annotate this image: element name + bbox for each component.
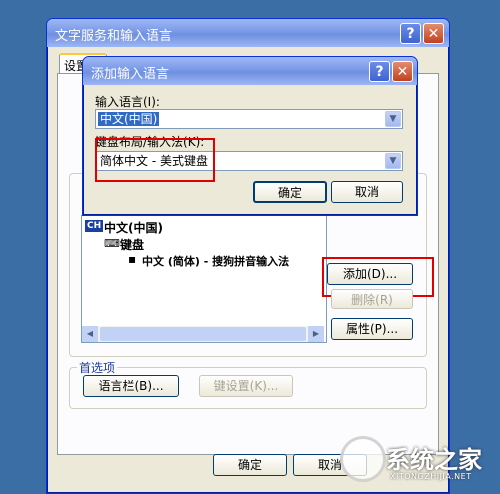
language-bar-button[interactable]: 语言栏(B)... (83, 375, 179, 397)
scroll-thumb[interactable] (100, 327, 306, 341)
tree-keyboard-group[interactable]: 键盘 (120, 236, 144, 253)
main-title-bar[interactable]: 文字服务和输入语言 ? ✕ (47, 19, 449, 47)
chevron-down-icon[interactable]: ▼ (385, 111, 401, 127)
input-language-select[interactable]: 中文(中国) ▼ (95, 109, 403, 129)
dialog-title: 添加输入语言 (91, 67, 170, 82)
main-ok-button[interactable]: 确定 (213, 454, 287, 476)
keyboard-layout-chevron-icon[interactable]: ▼ (385, 153, 401, 169)
tree-ime-item[interactable]: 中文 (简体) - 搜狗拼音输入法 (142, 253, 289, 269)
remove-button: 删除(R) (331, 289, 413, 309)
close-icon[interactable]: ✕ (423, 23, 444, 44)
dialog-cancel-button[interactable]: 取消 (331, 181, 403, 203)
scroll-right-icon[interactable]: ▶ (308, 326, 324, 342)
main-window-title: 文字服务和输入语言 (55, 29, 173, 44)
dialog-ok-button[interactable]: 确定 (253, 181, 327, 203)
horizontal-scrollbar[interactable]: ◀ ▶ (82, 326, 324, 342)
help-icon[interactable]: ? (400, 23, 421, 44)
dialog-help-icon[interactable]: ? (369, 61, 390, 82)
installed-services-tree[interactable]: CH 中文(中国) ⌨ 键盘 ▪ 中文 (简体) - 搜狗拼音输入法 ◀ ▶ (81, 215, 327, 343)
language-badge: CH (85, 220, 104, 232)
input-language-value: 中文(中国) (98, 112, 160, 126)
bullet-icon: ▪ (128, 252, 137, 266)
keyboard-icon: ⌨ (104, 237, 120, 250)
input-language-label: 输入语言(I): (95, 95, 160, 109)
watermark: 系统之家 XITONGZHIJIA.NET (338, 428, 498, 490)
watermark-logo-icon (340, 436, 386, 482)
key-settings-button: 键设置(K)... (199, 375, 293, 397)
scroll-left-icon[interactable]: ◀ (82, 326, 98, 342)
properties-button[interactable]: 属性(P)... (331, 318, 413, 340)
keyboard-layout-highlight (95, 138, 215, 182)
watermark-brand: 系统之家 (386, 446, 482, 474)
add-language-dialog: 添加输入语言 ? ✕ 输入语言(I): 中文(中国) ▼ 键盘布局/输入法(K)… (82, 56, 418, 216)
dialog-close-icon[interactable]: ✕ (392, 61, 413, 82)
watermark-url: XITONGZHIJIA.NET (390, 472, 472, 481)
preferences-label: 首选项 (77, 359, 118, 376)
tree-language[interactable]: 中文(中国) (104, 219, 163, 236)
dialog-title-bar[interactable]: 添加输入语言 ? ✕ (83, 57, 417, 85)
